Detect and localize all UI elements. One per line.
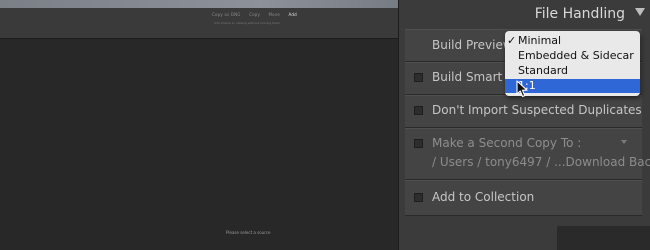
second-copy-label: Make a Second Copy To :	[432, 136, 582, 150]
mode-add[interactable]: Add	[289, 12, 297, 17]
build-smart-previews-checkbox[interactable]	[414, 73, 423, 82]
collapse-triangle-icon[interactable]	[635, 8, 645, 16]
panel-title: File Handling	[534, 6, 625, 22]
import-mode-selector: Copy as DNG Copy Move Add	[212, 12, 304, 17]
dropdown-option-embedded-sidecar[interactable]: Embedded & Sidecar	[505, 49, 640, 63]
checkmark-icon: ✓	[507, 34, 517, 47]
add-to-collection-label: Add to Collection	[432, 190, 535, 204]
mouse-cursor-icon	[516, 80, 528, 98]
photo-grid-area	[0, 39, 400, 250]
second-copy-dropdown-icon[interactable]	[621, 140, 627, 144]
option-label: Embedded & Sidecar	[518, 49, 634, 62]
empty-grid-message: Please select a source	[226, 230, 271, 235]
second-copy-checkbox[interactable]	[414, 139, 423, 148]
option-label: Standard	[518, 64, 569, 77]
dropdown-option-standard[interactable]: Standard	[505, 64, 640, 78]
mode-move[interactable]: Move	[269, 12, 281, 17]
dont-import-duplicates-label: Don't Import Suspected Duplicates	[432, 103, 642, 117]
second-copy-path[interactable]: / Users / tony6497 / ...Download Backups	[432, 155, 650, 169]
dropdown-option-minimal[interactable]: ✓ Minimal	[505, 34, 640, 48]
file-handling-header[interactable]: File Handling	[400, 3, 650, 25]
mode-copy[interactable]: Copy	[249, 12, 260, 17]
build-smart-previews-label: Build Smart P	[432, 70, 514, 84]
import-mode-bar	[0, 8, 400, 39]
mode-description: Add photos to catalog without moving the…	[214, 21, 281, 25]
mode-copy-as-dng[interactable]: Copy as DNG	[212, 12, 241, 17]
panel-bottom-strip	[557, 226, 650, 250]
add-to-collection-checkbox[interactable]	[414, 193, 423, 202]
option-label: Minimal	[518, 34, 562, 47]
dont-import-duplicates-checkbox[interactable]	[414, 106, 423, 115]
